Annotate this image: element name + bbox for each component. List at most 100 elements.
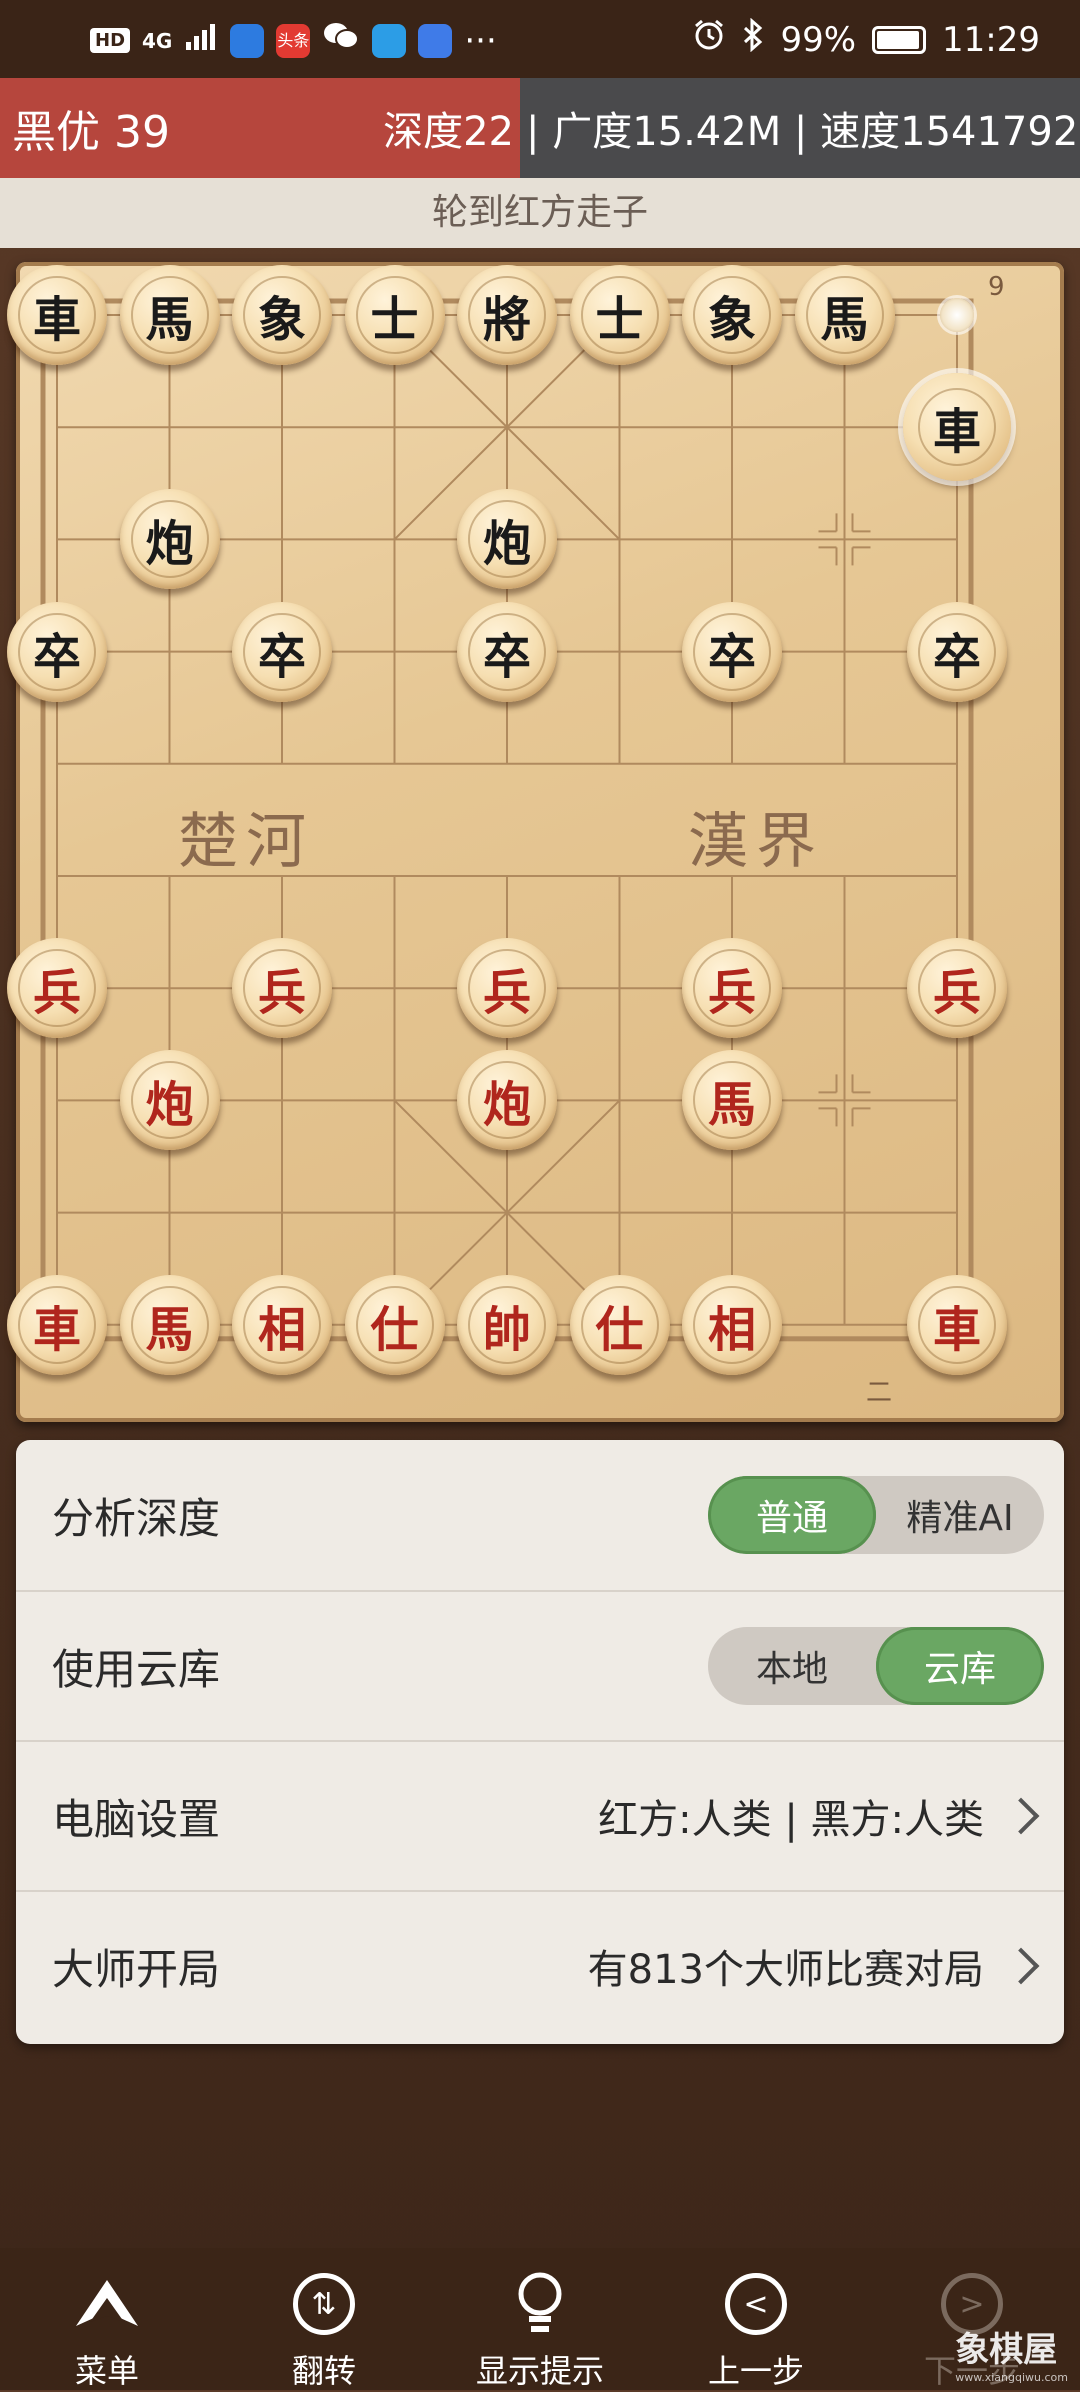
black-advisor-piece[interactable]: 士 (569, 265, 670, 365)
red-chariot-piece[interactable]: 車 (7, 1274, 107, 1375)
menu-icon (37, 2268, 177, 2340)
piece-character: 車 (18, 1285, 96, 1364)
piece-character: 仕 (580, 1285, 659, 1364)
black-horse-piece[interactable]: 馬 (119, 265, 220, 365)
hd-badge: HD (90, 28, 131, 53)
piece-character: 炮 (130, 1061, 209, 1140)
black-horse-piece[interactable]: 馬 (794, 265, 895, 365)
piece-character: 卒 (918, 612, 996, 691)
xiangqi-board[interactable]: 楚河 漢界 9 二 車馬象士將士象馬車炮炮卒卒卒卒卒兵兵兵兵兵炮炮馬車馬相仕帥仕… (7, 262, 1064, 1422)
analysis-depth-toggle[interactable]: 普通 精准AI (708, 1476, 1044, 1554)
piece-character: 卒 (468, 612, 546, 691)
network-indicator: 4G (142, 28, 173, 53)
black-soldier-piece[interactable]: 卒 (682, 601, 782, 702)
cloud-library-label: 使用云库 (52, 1644, 221, 1694)
piece-character: 相 (243, 1285, 321, 1364)
piece-character: 士 (580, 276, 659, 354)
search-app-icon (372, 23, 407, 58)
red-advisor-piece[interactable]: 仕 (569, 1274, 670, 1375)
piece-character: 兵 (18, 949, 96, 1028)
bottom-nav: 菜单 ⇅ 翻转 显示提示 < 上一步 > 下一步 象棋屋 www.xiangqi… (0, 2248, 1080, 2390)
music-app-icon (418, 23, 453, 58)
undo-button[interactable]: < 上一步 (686, 2268, 826, 2392)
black-chariot-piece[interactable]: 車 (903, 373, 1011, 482)
lightbulb-icon (470, 2268, 610, 2340)
piece-character: 卒 (243, 612, 321, 691)
master-openings-value: 有813个大师比赛对局 (587, 1947, 984, 1993)
red-horse-piece[interactable]: 馬 (119, 1274, 220, 1375)
black-soldier-piece[interactable]: 卒 (457, 601, 557, 702)
piece-character: 兵 (468, 949, 546, 1028)
file-label-bottom: 二 (866, 1378, 893, 1408)
piece-character: 士 (355, 276, 434, 354)
master-openings-row[interactable]: 大师开局 有813个大师比赛对局 (16, 1890, 1064, 2040)
turn-indicator: 轮到红方走子 (0, 178, 1080, 248)
computer-settings-value: 红方:人类 | 黑方:人类 (598, 1797, 984, 1843)
red-soldier-piece[interactable]: 兵 (7, 938, 107, 1039)
depth-option-precise-ai[interactable]: 精准AI (876, 1476, 1044, 1554)
undo-label: 上一步 (707, 2352, 804, 2390)
engine-stats: | 广度15.42M | 速度15417928 (520, 78, 1080, 178)
black-cannon-piece[interactable]: 炮 (119, 489, 220, 590)
red-soldier-piece[interactable]: 兵 (457, 938, 557, 1039)
red-advisor-piece[interactable]: 仕 (344, 1274, 445, 1375)
piece-character: 象 (693, 276, 771, 354)
red-soldier-piece[interactable]: 兵 (232, 938, 332, 1039)
status-bar: HD 4G 头条 ··· 99% 11:29 (0, 0, 1080, 78)
black-soldier-piece[interactable]: 卒 (907, 601, 1007, 702)
piece-character: 炮 (130, 500, 209, 579)
black-chariot-piece[interactable]: 車 (7, 265, 107, 365)
black-advisor-piece[interactable]: 士 (344, 265, 445, 365)
piece-character: 車 (918, 388, 996, 467)
piece-character: 炮 (468, 1061, 546, 1140)
menu-button[interactable]: 菜单 (37, 2268, 177, 2392)
piece-character: 兵 (243, 949, 321, 1028)
piece-character: 將 (468, 276, 546, 354)
red-cannon-piece[interactable]: 炮 (457, 1050, 557, 1151)
computer-settings-row[interactable]: 电脑设置 红方:人类 | 黑方:人类 (16, 1740, 1064, 1890)
black-elephant-piece[interactable]: 象 (682, 265, 782, 365)
cloud-option-local[interactable]: 本地 (708, 1627, 876, 1705)
chevron-right-icon (1002, 1797, 1040, 1835)
depth-option-normal[interactable]: 普通 (708, 1476, 876, 1554)
lightbulb-app-icon (230, 23, 265, 58)
red-chariot-piece[interactable]: 車 (907, 1274, 1007, 1375)
black-elephant-piece[interactable]: 象 (232, 265, 332, 365)
red-elephant-piece[interactable]: 相 (232, 1274, 332, 1375)
piece-character: 炮 (468, 500, 546, 579)
flip-button[interactable]: ⇅ 翻转 (254, 2268, 394, 2392)
piece-character: 馬 (805, 276, 884, 354)
black-general-piece[interactable]: 將 (457, 265, 557, 365)
piece-character: 卒 (18, 612, 96, 691)
alarm-icon (692, 18, 726, 61)
red-soldier-piece[interactable]: 兵 (907, 938, 1007, 1039)
hint-button[interactable]: 显示提示 (470, 2268, 610, 2392)
watermark-url: www.xiangqiwu.com (955, 2371, 1068, 2384)
status-left: HD 4G 头条 ··· (90, 20, 497, 61)
bluetooth-icon (742, 17, 764, 61)
black-soldier-piece[interactable]: 卒 (7, 601, 107, 702)
red-soldier-piece[interactable]: 兵 (682, 938, 782, 1039)
piece-character: 馬 (130, 1285, 209, 1364)
black-soldier-piece[interactable]: 卒 (232, 601, 332, 702)
chevron-left-icon: < (686, 2268, 826, 2340)
red-elephant-piece[interactable]: 相 (682, 1274, 782, 1375)
signal-icon (184, 21, 218, 61)
cloud-option-cloud[interactable]: 云库 (876, 1627, 1044, 1705)
watermark-text: 象棋屋 (955, 2330, 1058, 2370)
more-notifications-icon: ··· (464, 20, 497, 61)
cloud-library-row: 使用云库 本地 云库 (16, 1590, 1064, 1740)
red-horse-piece[interactable]: 馬 (682, 1050, 782, 1151)
river-label-han: 漢界 (688, 807, 824, 877)
toutiao-app-icon: 头条 (276, 23, 311, 58)
hint-label: 显示提示 (475, 2352, 604, 2390)
piece-character: 車 (18, 276, 96, 354)
black-cannon-piece[interactable]: 炮 (457, 489, 557, 590)
chevron-right-icon (1002, 1947, 1040, 1985)
flip-icon: ⇅ (254, 2268, 394, 2340)
red-general-piece[interactable]: 帥 (457, 1274, 557, 1375)
red-cannon-piece[interactable]: 炮 (119, 1050, 220, 1151)
cloud-library-toggle[interactable]: 本地 云库 (708, 1627, 1044, 1705)
site-watermark: 象棋屋 www.xiangqiwu.com (955, 2322, 1068, 2384)
status-right: 99% 11:29 (692, 17, 1040, 61)
